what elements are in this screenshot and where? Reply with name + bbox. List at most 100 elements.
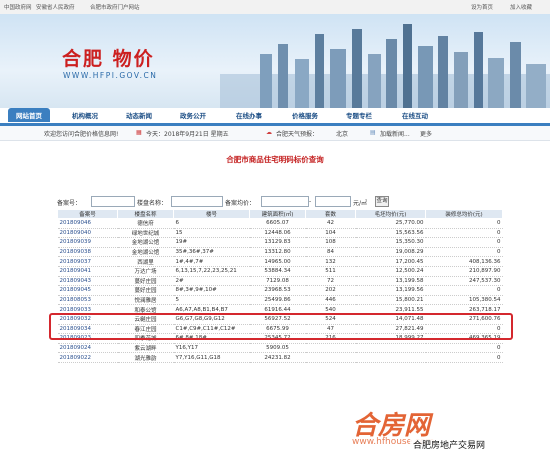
- project-name-cell[interactable]: 德信府: [117, 218, 174, 229]
- record-number-cell[interactable]: 201809043: [57, 276, 118, 287]
- building-cell: 8#,3#,9#,10#: [173, 285, 250, 296]
- content-panel: 合肥市商品住宅明码标价查询 备案号： 楼盘名称： 备案均价： - 元/㎡ 查询 …: [0, 141, 550, 469]
- table-row[interactable]: 201809024 紫云湖畔 Y16,Y17 5909.05 0: [57, 343, 503, 354]
- avg-price-max-input[interactable]: [315, 196, 351, 207]
- project-name-cell[interactable]: 万达广场: [117, 266, 174, 277]
- units-cell: 84: [305, 247, 356, 258]
- project-name-cell[interactable]: 绿地世纪城: [117, 228, 174, 239]
- welcome-text: 欢迎您访问合肥价格信息网!: [44, 131, 119, 138]
- site-banner: 合肥 物价 WWW.HFPI.GOV.CN: [0, 14, 550, 108]
- record-number-cell[interactable]: 201809041: [57, 266, 118, 277]
- col-rough-price[interactable]: 毛坯均价(元): [355, 209, 426, 219]
- table-row[interactable]: 201809038 金地湖公馆 35#,36#,37# 13312.80 84 19,00…: [57, 247, 503, 258]
- tab-online-services[interactable]: 在线办事: [236, 110, 262, 120]
- table-row[interactable]: 201809041 万达广场 6,13,15,7,22,23,25,21 53884.…: [57, 266, 503, 277]
- top-link-gov[interactable]: 中国政府网: [4, 3, 32, 11]
- building-cell: 5: [173, 295, 250, 306]
- news-icon: ▤: [370, 129, 376, 136]
- decor-price-cell: 0: [425, 285, 503, 296]
- table-row[interactable]: 201809043 蔓好庄园 2# 7129.08 72 13,199.58 247,537…: [57, 276, 503, 287]
- rough-price-cell: 13,199.56: [355, 285, 426, 296]
- watermark-badge: 合肥房地产交易网: [410, 437, 489, 452]
- tab-special-topics[interactable]: 专题专栏: [346, 110, 372, 120]
- record-number-cell[interactable]: 201808053: [57, 295, 118, 306]
- table-row[interactable]: 201809045 蔓好庄园 8#,3#,9#,10# 23968.53 202 13,1…: [57, 285, 503, 296]
- record-number-cell[interactable]: 201809037: [57, 256, 118, 267]
- decor-price-cell: 0: [425, 237, 503, 248]
- tab-price-services[interactable]: 价格服务: [292, 110, 318, 120]
- top-link-anhui[interactable]: 安徽省人民政府: [36, 3, 75, 11]
- record-number-cell[interactable]: 201809045: [57, 285, 118, 296]
- record-number-cell[interactable]: 201809024: [57, 343, 118, 354]
- search-button[interactable]: 查询: [375, 196, 389, 207]
- highlight-box: [49, 313, 513, 340]
- rough-price-cell: 17,200.45: [355, 256, 426, 267]
- avg-price-min-input[interactable]: [261, 196, 309, 207]
- tab-news[interactable]: 动态新闻: [126, 110, 152, 120]
- weather-city[interactable]: 北京: [336, 129, 348, 138]
- today-date: 今天：2018年9月21日 星期五: [146, 131, 229, 138]
- building-cell: 19#: [173, 237, 250, 248]
- tab-organization[interactable]: 机构概况: [72, 110, 98, 120]
- set-homepage-link[interactable]: 设为首页: [471, 3, 493, 11]
- record-number-cell[interactable]: 201809046: [57, 218, 118, 229]
- area-cell: 25499.86: [249, 295, 306, 306]
- table-row[interactable]: 201809039 金地湖公馆 19# 13129.83 108 15,350.30 0: [57, 237, 503, 248]
- record-number-input[interactable]: [91, 196, 135, 207]
- top-link-hefei[interactable]: 合肥市政府门户网站: [90, 3, 140, 11]
- rough-price-cell: 15,800.21: [355, 295, 426, 306]
- col-project-name[interactable]: 楼盘名称: [117, 209, 174, 219]
- price-unit: 元/㎡: [353, 200, 368, 207]
- news-ticker[interactable]: 加载新闻...: [380, 129, 410, 138]
- record-number-cell[interactable]: 201809038: [57, 247, 118, 258]
- project-name-cell[interactable]: 蔓好庄园: [117, 285, 174, 296]
- table-row[interactable]: 201809046 德信府 6 6605.07 42 25,770.00 0: [57, 218, 503, 229]
- building-cell: 6: [173, 218, 250, 229]
- project-name-cell[interactable]: 金地湖公馆: [117, 247, 174, 258]
- tab-public-affairs[interactable]: 政务公开: [180, 110, 206, 120]
- rough-price-cell: [355, 343, 426, 354]
- record-number-cell[interactable]: 201809022: [57, 352, 118, 363]
- table-row[interactable]: 201808053 悦澜雅居 5 25499.86 446 15,800.21 105,38…: [57, 295, 503, 306]
- area-cell: 7129.08: [249, 276, 306, 287]
- calendar-icon: ▦: [136, 129, 142, 136]
- building-cell: 1#,4#,7#: [173, 256, 250, 267]
- project-name-cell[interactable]: 金地湖公馆: [117, 237, 174, 248]
- project-name-input[interactable]: [171, 196, 223, 207]
- table-row[interactable]: 201809022 湖光雅韵 Y7,Y16,G11,G18 24231.82 0: [57, 352, 503, 363]
- info-bar: 欢迎您访问合肥价格信息网! ▦ 今天：2018年9月21日 星期五 ☁ 合肥天气…: [0, 126, 550, 141]
- weather-icon: ☁: [266, 129, 272, 136]
- col-decor-price[interactable]: 装修总均价(元): [425, 209, 503, 219]
- units-cell: 446: [305, 295, 356, 306]
- table-row[interactable]: 201809040 绿地世纪城 15 12448.06 104 15,563.56 0: [57, 228, 503, 239]
- project-name-cell[interactable]: 蔓好庄园: [117, 276, 174, 287]
- decor-price-cell: 0: [425, 352, 503, 363]
- project-name-cell[interactable]: 悦澜雅居: [117, 295, 174, 306]
- project-name-cell[interactable]: 西湖里: [117, 256, 174, 267]
- building-cell: 15: [173, 228, 250, 239]
- top-links-bar: 中国政府网 安徽省人民政府 合肥市政府门户网站 设为首页 加入收藏: [0, 0, 550, 15]
- col-building[interactable]: 楼号: [173, 209, 250, 219]
- project-name-cell[interactable]: 紫云湖畔: [117, 343, 174, 354]
- record-number-cell[interactable]: 201809039: [57, 237, 118, 248]
- add-favorite-link[interactable]: 加入收藏: [510, 3, 532, 11]
- col-units[interactable]: 套数: [305, 209, 356, 219]
- units-cell: 202: [305, 285, 356, 296]
- col-area[interactable]: 建筑面积(㎡): [249, 209, 306, 219]
- building-cell: 35#,36#,37#: [173, 247, 250, 258]
- rough-price-cell: 15,563.56: [355, 228, 426, 239]
- rough-price-cell: 12,500.24: [355, 266, 426, 277]
- more-link[interactable]: 更多: [420, 129, 432, 138]
- record-number-label: 备案号：: [57, 200, 82, 207]
- site-logo-title: 合肥 物价: [62, 48, 155, 70]
- tab-online-interaction[interactable]: 在线互动: [402, 110, 428, 120]
- record-number-cell[interactable]: 201809040: [57, 228, 118, 239]
- tab-home[interactable]: 网站首页: [8, 108, 50, 122]
- table-row[interactable]: 201809037 西湖里 1#,4#,7# 14965.00 132 17,200.45…: [57, 256, 503, 267]
- decor-price-cell: 0: [425, 247, 503, 258]
- building-cell: Y16,Y17: [173, 343, 250, 354]
- col-record-number[interactable]: 备案号: [57, 209, 118, 219]
- rough-price-cell: 19,008.29: [355, 247, 426, 258]
- units-cell: 108: [305, 237, 356, 248]
- project-name-cell[interactable]: 湖光雅韵: [117, 352, 174, 363]
